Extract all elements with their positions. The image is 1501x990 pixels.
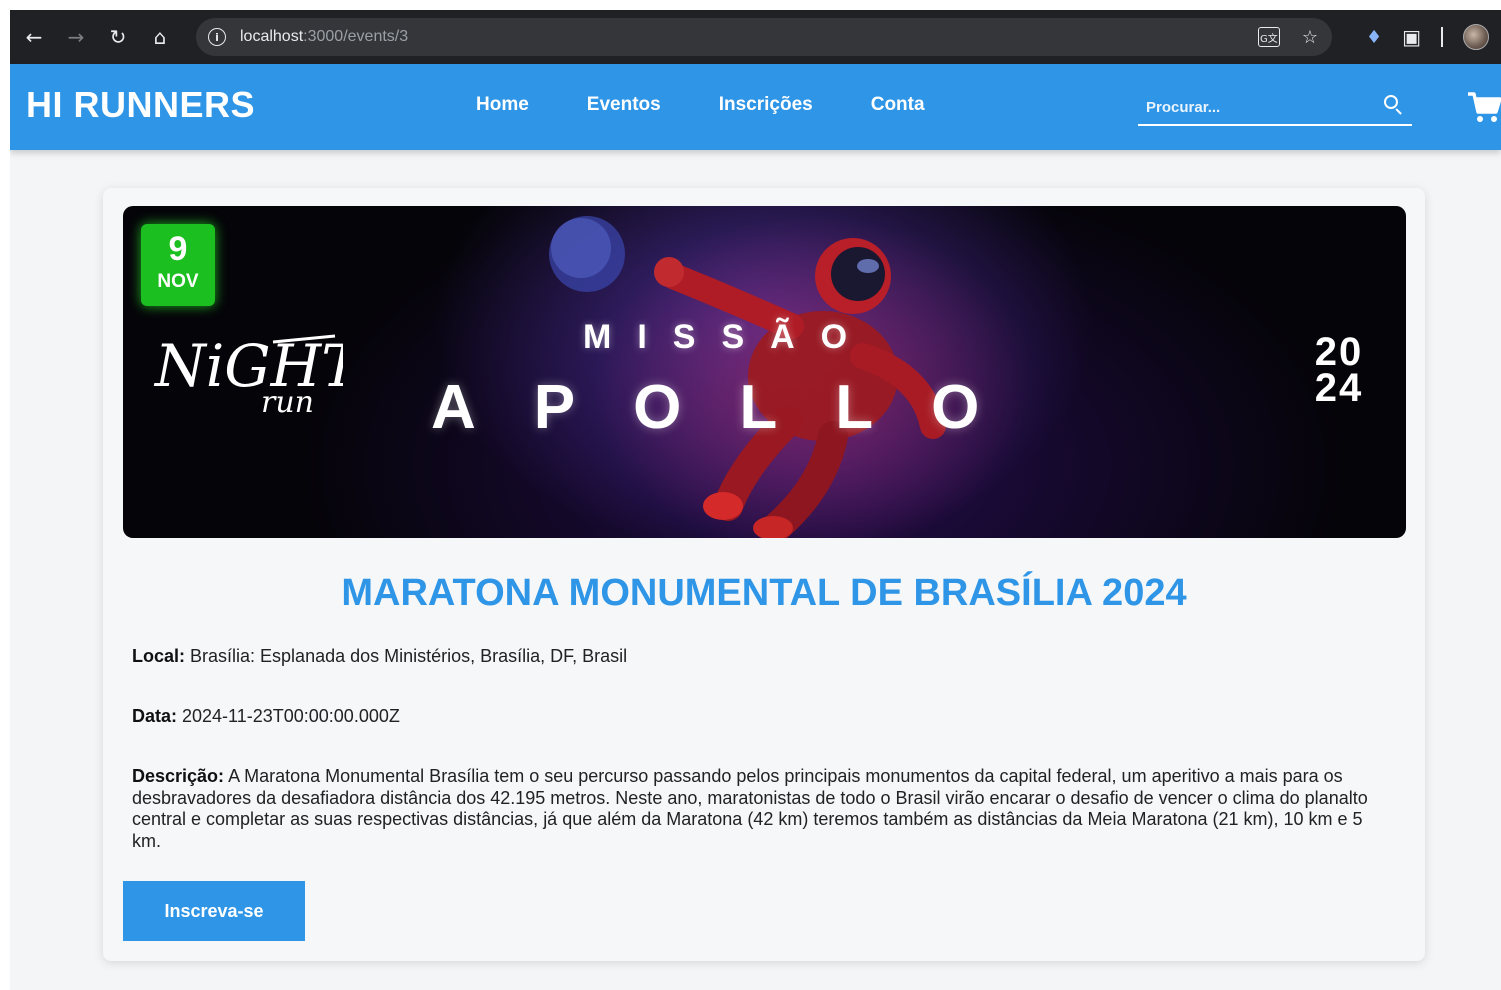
banner-headline-top: MISSÃO <box>583 318 874 356</box>
translate-icon[interactable]: G文 <box>1257 27 1280 47</box>
nav-conta[interactable]: Conta <box>871 94 925 116</box>
event-local: Local: Brasília: Esplanada dos Ministéri… <box>132 646 1382 668</box>
star-icon[interactable]: ☆ <box>1302 27 1318 48</box>
event-banner: 9 NOV NiGHT run MISSÃO APOLLO 20 24 <box>123 206 1406 538</box>
banner-year: 20 24 <box>1299 330 1379 410</box>
nav-inscricoes[interactable]: Inscrições <box>719 94 813 116</box>
main-nav: Home Eventos Inscrições Conta <box>476 94 925 116</box>
nav-home[interactable]: Home <box>476 94 529 116</box>
description-value: A Maratona Monumental Brasília tem o seu… <box>132 766 1368 851</box>
browser-toolbar: ← → ↻ ⌂ i localhost:3000/events/3 G文 ☆ ♦… <box>10 10 1501 64</box>
night-run-logo: NiGHT run <box>153 332 343 418</box>
local-value: Brasília: Esplanada dos Ministérios, Bra… <box>185 646 628 666</box>
profile-avatar[interactable] <box>1463 24 1489 50</box>
url-host: localhost <box>240 28 304 45</box>
event-description: Descrição: A Maratona Monumental Brasíli… <box>132 766 1382 852</box>
subscribe-button[interactable]: Inscreva-se <box>123 881 305 941</box>
address-bar[interactable]: i localhost:3000/events/3 G文 ☆ <box>196 18 1332 56</box>
browser-window: ← → ↻ ⌂ i localhost:3000/events/3 G文 ☆ ♦… <box>10 10 1501 990</box>
info-icon[interactable]: i <box>208 28 226 46</box>
puzzle-icon[interactable]: ▣ <box>1402 25 1421 49</box>
home-icon[interactable]: ⌂ <box>142 19 178 55</box>
forward-arrow-icon[interactable]: → <box>58 19 94 55</box>
brand-logo[interactable]: HI RUNNERS <box>26 84 255 126</box>
cart-icon[interactable] <box>1466 90 1501 124</box>
search-input[interactable] <box>1146 94 1366 120</box>
site-header: HI RUNNERS Home Eventos Inscrições Conta <box>10 64 1501 150</box>
omnibox-actions: G文 ☆ <box>1257 18 1318 56</box>
banner-year-top: 20 <box>1314 330 1364 374</box>
reload-icon[interactable]: ↻ <box>100 19 136 55</box>
badge-day: 9 <box>168 230 188 268</box>
banner-headline-bottom: APOLLO <box>431 373 1038 442</box>
logo-night-text: NiGHT <box>153 332 343 400</box>
banner-year-bottom: 24 <box>1314 366 1364 410</box>
search-box <box>1138 90 1412 126</box>
toolbar-divider <box>1441 27 1443 47</box>
browser-extensions: ♦ ▣ <box>1366 10 1489 64</box>
event-title: MARATONA MONUMENTAL DE BRASÍLIA 2024 <box>341 572 1187 614</box>
local-label: Local: <box>132 646 186 666</box>
date-label: Data: <box>132 706 178 726</box>
extension-icon[interactable]: ♦ <box>1366 27 1382 48</box>
event-card: 9 NOV NiGHT run MISSÃO APOLLO 20 24 MARA… <box>103 188 1425 961</box>
badge-month: NOV <box>157 271 199 292</box>
url-text[interactable]: localhost:3000/events/3 <box>240 28 408 46</box>
description-label: Descrição: <box>132 766 225 786</box>
search-icon[interactable] <box>1384 95 1402 115</box>
logo-run-text: run <box>261 385 314 418</box>
date-value: 2024-11-23T00:00:00.000Z <box>177 706 400 726</box>
event-date: Data: 2024-11-23T00:00:00.000Z <box>132 706 1382 728</box>
event-date-badge: 9 NOV <box>141 224 215 306</box>
back-arrow-icon[interactable]: ← <box>16 19 52 55</box>
nav-eventos[interactable]: Eventos <box>587 94 661 116</box>
url-path: :3000/events/3 <box>303 28 409 45</box>
